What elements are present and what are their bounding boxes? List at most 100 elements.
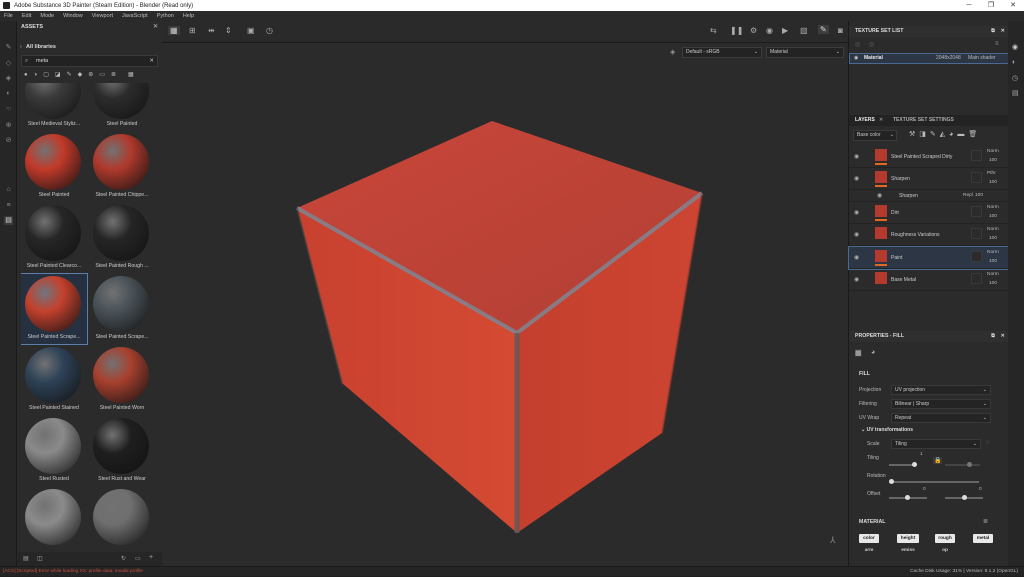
blend-mode[interactable]: Norm (987, 227, 999, 232)
screenshot-icon[interactable]: ◙ (838, 26, 843, 35)
asset-tile[interactable] (89, 487, 155, 545)
blend-mode[interactable]: Norm (987, 250, 999, 255)
offset-x-slider[interactable] (889, 495, 927, 500)
pause-icon[interactable]: ❚❚ (730, 26, 743, 35)
delete-icon[interactable]: 🗑 (968, 131, 981, 138)
filter-environment-icon[interactable]: ▭ (99, 71, 105, 78)
filter-generator-icon[interactable]: ⊛ (88, 71, 93, 78)
close-icon[interactable]: ✕ (1002, 0, 1024, 11)
asset-tile[interactable]: Steel Medieval Styliz... (21, 83, 87, 131)
history-icon[interactable]: ◷ (266, 26, 273, 35)
visibility-icon[interactable]: ◎ (855, 41, 860, 48)
display-settings-icon[interactable]: ⚙ (750, 26, 757, 35)
asset-tile[interactable]: Steel Painted Worn (89, 345, 155, 415)
channel-emiss-button[interactable]: emiss (897, 546, 919, 555)
menu-file[interactable]: File (4, 13, 13, 19)
layer-row[interactable]: ◉ Roughness Variations Norm 100 (849, 224, 1009, 246)
asset-tile[interactable]: Steel Painted Rough ... (89, 203, 155, 273)
projection-icon[interactable]: ◈ (4, 74, 13, 83)
visibility-icon[interactable]: ◉ (854, 276, 859, 283)
library-icon[interactable]: ▤ (23, 555, 29, 562)
close-panel-icon[interactable]: ✕ (1001, 331, 1005, 342)
material-tab-icon[interactable]: ◕ (871, 349, 875, 356)
paint-mode-icon[interactable]: ✎ (818, 25, 829, 34)
dock-icon[interactable]: ⧉ (991, 26, 995, 37)
layer-opacity[interactable]: 100 (989, 214, 997, 219)
filter-grid-icon[interactable]: ≣ (111, 71, 116, 78)
tab-layers[interactable]: LAYERS (855, 115, 875, 126)
folder-icon[interactable]: ▭ (135, 555, 141, 562)
blend-mode[interactable]: Norm (987, 149, 999, 154)
channel-arm-button[interactable]: arm (859, 546, 879, 555)
material-menu-icon[interactable]: ≣ (983, 518, 988, 525)
clone-icon[interactable]: ⊕ (4, 121, 13, 130)
scale-select[interactable]: Tiling ⌄ (891, 439, 981, 449)
asset-tile[interactable] (21, 487, 87, 545)
menu-viewport[interactable]: Viewport (92, 13, 113, 19)
channel-color-button[interactable]: color (859, 534, 879, 543)
visibility-icon[interactable]: ◉ (854, 254, 859, 261)
view-grid-icon[interactable]: ▦ (128, 71, 134, 78)
layer-opacity[interactable]: 100 (989, 180, 997, 185)
clear-search-icon[interactable]: ✕ (149, 56, 154, 66)
slider-knob[interactable] (962, 495, 967, 500)
asset-tile[interactable]: Steel Painted (89, 83, 155, 131)
channel-metal-button[interactable]: metal (973, 534, 993, 543)
menu-python[interactable]: Python (157, 13, 174, 19)
asset-tile[interactable]: Steel Rusted (21, 416, 87, 486)
minimize-icon[interactable]: ─ (958, 0, 980, 11)
layer-opacity[interactable]: 100 (989, 158, 997, 163)
channel-op-button[interactable]: op (935, 546, 955, 555)
blend-mode[interactable]: Repl (963, 193, 973, 198)
log-icon[interactable]: ▤ (1012, 89, 1019, 97)
slider-knob[interactable] (905, 495, 910, 500)
blend-mode[interactable]: Norm (987, 205, 999, 210)
close-tab-icon[interactable]: ✕ (879, 115, 883, 126)
symmetry-icon[interactable]: ⇹ (208, 26, 215, 35)
filter-filter-icon[interactable]: ◆ (78, 71, 83, 78)
offset-y-slider[interactable] (945, 495, 983, 500)
uv-transformations-toggle[interactable]: ⌄ UV transformations (861, 427, 913, 433)
channel-height-button[interactable]: height (897, 534, 919, 543)
slider-knob[interactable] (912, 462, 917, 467)
visibility-icon[interactable]: ◉ (854, 231, 859, 238)
3d-viewport[interactable]: ◈ Default - sRGB ⌄ Material ⌄ ⅄ (162, 43, 848, 566)
projection-select[interactable]: UV projection ⌄ (891, 385, 991, 395)
add-effect-icon[interactable]: ⚒ (909, 131, 919, 138)
shader-icon[interactable]: ◉ (766, 26, 773, 35)
asset-tile[interactable]: Steel Painted Chippe... (89, 132, 155, 202)
filter-texture-icon[interactable]: ▢ (43, 71, 49, 78)
display-icon[interactable]: ◐ (1012, 59, 1016, 66)
asset-tile[interactable]: Steel Rust and Wear (89, 416, 155, 486)
filter-brush-icon[interactable]: ✎ (67, 71, 72, 78)
filtering-select[interactable]: Bilinear | Sharp ⌄ (891, 399, 991, 409)
blend-mode[interactable]: Norm (987, 272, 999, 277)
rotation-slider[interactable] (889, 479, 979, 484)
menu-window[interactable]: Window (63, 13, 83, 19)
eraser-icon[interactable]: ◇ (4, 59, 13, 68)
tab-texture-set-settings[interactable]: TEXTURE SET SETTINGS (893, 115, 954, 126)
asset-tile[interactable]: Steel Painted (21, 132, 87, 202)
assets-icon[interactable]: ⌂ (4, 185, 13, 194)
symmetry-y-icon[interactable]: ⇕ (225, 26, 232, 35)
add-fill-layer-icon[interactable]: ◭ (940, 131, 949, 138)
filter-alpha-icon[interactable]: ◪ (55, 71, 61, 78)
split-view-icon[interactable]: ⊞ (189, 26, 196, 35)
menu-icon[interactable]: ≡ (995, 41, 999, 47)
close-panel-icon[interactable]: ✕ (153, 23, 158, 30)
visibility-icon[interactable]: ◉ (877, 192, 882, 199)
refresh-icon[interactable]: ↻ (121, 555, 126, 562)
menu-edit[interactable]: Edit (22, 13, 31, 19)
uvwrap-select[interactable]: Repeat ⌄ (891, 413, 991, 423)
smudge-icon[interactable]: ☜ (4, 105, 13, 114)
texture-set-icon[interactable]: ◉ (1012, 43, 1018, 51)
library-selector[interactable]: › All libraries (17, 41, 162, 53)
grid-view-icon[interactable]: ▦ (168, 26, 180, 35)
reset-icon[interactable]: ◌ (986, 440, 990, 446)
menu-help[interactable]: Help (183, 13, 194, 19)
lock-icon[interactable]: 🔒 (933, 457, 943, 464)
asset-tile[interactable]: Steel Painted Scrape... (89, 274, 155, 344)
visibility-icon[interactable]: ◉ (854, 153, 859, 160)
layer-row[interactable]: ◉ Sharpen Repl 100 (849, 190, 1009, 202)
search-input[interactable]: ⌕ meta ✕ (21, 55, 158, 67)
